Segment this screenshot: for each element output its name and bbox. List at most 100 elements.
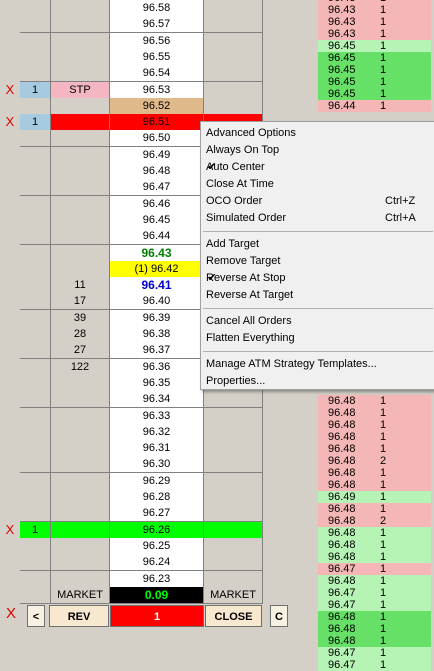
ask-cell[interactable]	[204, 571, 263, 588]
price-cell[interactable]: 96.34	[110, 391, 204, 408]
bid-cell[interactable]	[51, 456, 110, 473]
price-cell[interactable]: 96.26	[110, 522, 204, 539]
price-cell[interactable]: 96.25	[110, 538, 204, 555]
bid-cell[interactable]	[51, 65, 110, 82]
price-cell[interactable]: (1) 96.42	[110, 261, 204, 278]
price-cell[interactable]: 0.09	[110, 587, 204, 604]
price-cell[interactable]: 96.29	[110, 473, 204, 490]
order-qty-cell[interactable]	[20, 456, 51, 473]
bid-cell[interactable]	[51, 163, 110, 180]
menu-item-remove-target[interactable]: Remove Target	[201, 253, 434, 270]
bid-cell[interactable]	[51, 212, 110, 229]
order-qty-cell[interactable]: 1	[20, 114, 51, 131]
ask-cell[interactable]	[204, 440, 263, 457]
bid-cell[interactable]: 11	[51, 277, 110, 294]
bid-cell[interactable]: 17	[51, 293, 110, 310]
bid-cell[interactable]	[51, 245, 110, 262]
bid-cell[interactable]: STP	[51, 82, 110, 99]
order-qty-cell[interactable]	[20, 554, 51, 571]
order-qty-cell[interactable]	[20, 130, 51, 147]
price-cell[interactable]: 96.28	[110, 489, 204, 506]
reverse-button[interactable]: REV	[49, 605, 109, 627]
price-cell[interactable]: 96.24	[110, 554, 204, 571]
market-buy-button[interactable]: MARKET	[51, 587, 110, 604]
price-cell[interactable]: 96.52	[110, 98, 204, 115]
order-qty-cell[interactable]	[20, 538, 51, 555]
bid-cell[interactable]	[51, 147, 110, 164]
ask-cell[interactable]	[204, 538, 263, 555]
order-qty-cell[interactable]	[20, 571, 51, 588]
price-cell[interactable]: 96.37	[110, 342, 204, 359]
bid-cell[interactable]	[51, 228, 110, 245]
order-qty-cell[interactable]	[20, 245, 51, 262]
price-cell[interactable]: 96.32	[110, 424, 204, 441]
order-qty-cell[interactable]	[20, 587, 51, 604]
order-qty-cell[interactable]	[20, 98, 51, 115]
bid-cell[interactable]	[51, 391, 110, 408]
bid-cell[interactable]	[51, 0, 110, 17]
order-qty-cell[interactable]	[20, 489, 51, 506]
order-qty-cell[interactable]	[20, 342, 51, 359]
bid-cell[interactable]	[51, 98, 110, 115]
order-qty-cell[interactable]	[20, 326, 51, 343]
price-cell[interactable]: 96.47	[110, 179, 204, 196]
order-qty-cell[interactable]	[20, 440, 51, 457]
ask-cell[interactable]	[204, 82, 263, 99]
price-cell[interactable]: 96.45	[110, 212, 204, 229]
ask-cell[interactable]	[204, 522, 263, 539]
ask-cell[interactable]	[204, 0, 263, 17]
ask-cell[interactable]	[204, 456, 263, 473]
bid-cell[interactable]	[51, 130, 110, 147]
menu-item-always-on-top[interactable]: Always On Top	[201, 142, 434, 159]
price-cell[interactable]: 96.54	[110, 65, 204, 82]
bid-cell[interactable]: 39	[51, 310, 110, 327]
cancel-order-x[interactable]: X	[0, 82, 20, 98]
c-button[interactable]: C	[270, 605, 288, 627]
order-qty-cell[interactable]	[20, 310, 51, 327]
price-cell[interactable]: 96.44	[110, 228, 204, 245]
bid-cell[interactable]	[51, 261, 110, 278]
price-cell[interactable]: 96.31	[110, 440, 204, 457]
price-cell[interactable]: 96.36	[110, 359, 204, 376]
order-qty-cell[interactable]	[20, 0, 51, 17]
cancel-order-x[interactable]: X	[0, 522, 20, 538]
order-qty-cell[interactable]	[20, 49, 51, 66]
cancel-order-x[interactable]: X	[0, 114, 20, 130]
ask-cell[interactable]	[204, 505, 263, 522]
price-cell[interactable]: 96.57	[110, 16, 204, 33]
order-qty-cell[interactable]	[20, 277, 51, 294]
order-qty-cell[interactable]	[20, 408, 51, 425]
cancel-all-x-button[interactable]: X	[6, 605, 16, 622]
bid-cell[interactable]	[51, 49, 110, 66]
ask-cell[interactable]	[204, 408, 263, 425]
order-qty-cell[interactable]	[20, 33, 51, 50]
ask-cell[interactable]	[204, 49, 263, 66]
bid-cell[interactable]	[51, 114, 110, 131]
menu-item-advanced-options[interactable]: Advanced Options	[201, 125, 434, 142]
ask-cell[interactable]	[204, 473, 263, 490]
order-qty-cell[interactable]	[20, 228, 51, 245]
bid-cell[interactable]	[51, 375, 110, 392]
order-qty-cell[interactable]	[20, 65, 51, 82]
price-cell[interactable]: 96.46	[110, 196, 204, 213]
order-qty-cell[interactable]	[20, 212, 51, 229]
order-qty-cell[interactable]	[20, 196, 51, 213]
bid-cell[interactable]	[51, 33, 110, 50]
bid-cell[interactable]	[51, 522, 110, 539]
menu-item-auto-center[interactable]: ✔ Auto Center	[201, 159, 434, 176]
price-cell[interactable]: 96.51	[110, 114, 204, 131]
order-qty-cell[interactable]: 1	[20, 82, 51, 99]
price-cell[interactable]: 96.23	[110, 571, 204, 588]
menu-item-manage-atm-strategy-templates[interactable]: Manage ATM Strategy Templates...	[201, 356, 434, 373]
order-qty-cell[interactable]	[20, 505, 51, 522]
menu-item-close-at-time[interactable]: Close At Time	[201, 176, 434, 193]
price-cell[interactable]: 96.38	[110, 326, 204, 343]
price-cell[interactable]: 96.41	[110, 277, 204, 294]
menu-item-oco-order[interactable]: OCO Order Ctrl+Z	[201, 193, 434, 210]
price-cell[interactable]: 96.53	[110, 82, 204, 99]
order-qty-cell[interactable]	[20, 424, 51, 441]
price-cell[interactable]: 96.35	[110, 375, 204, 392]
ask-cell[interactable]	[204, 65, 263, 82]
bid-cell[interactable]	[51, 408, 110, 425]
price-cell[interactable]: 96.48	[110, 163, 204, 180]
